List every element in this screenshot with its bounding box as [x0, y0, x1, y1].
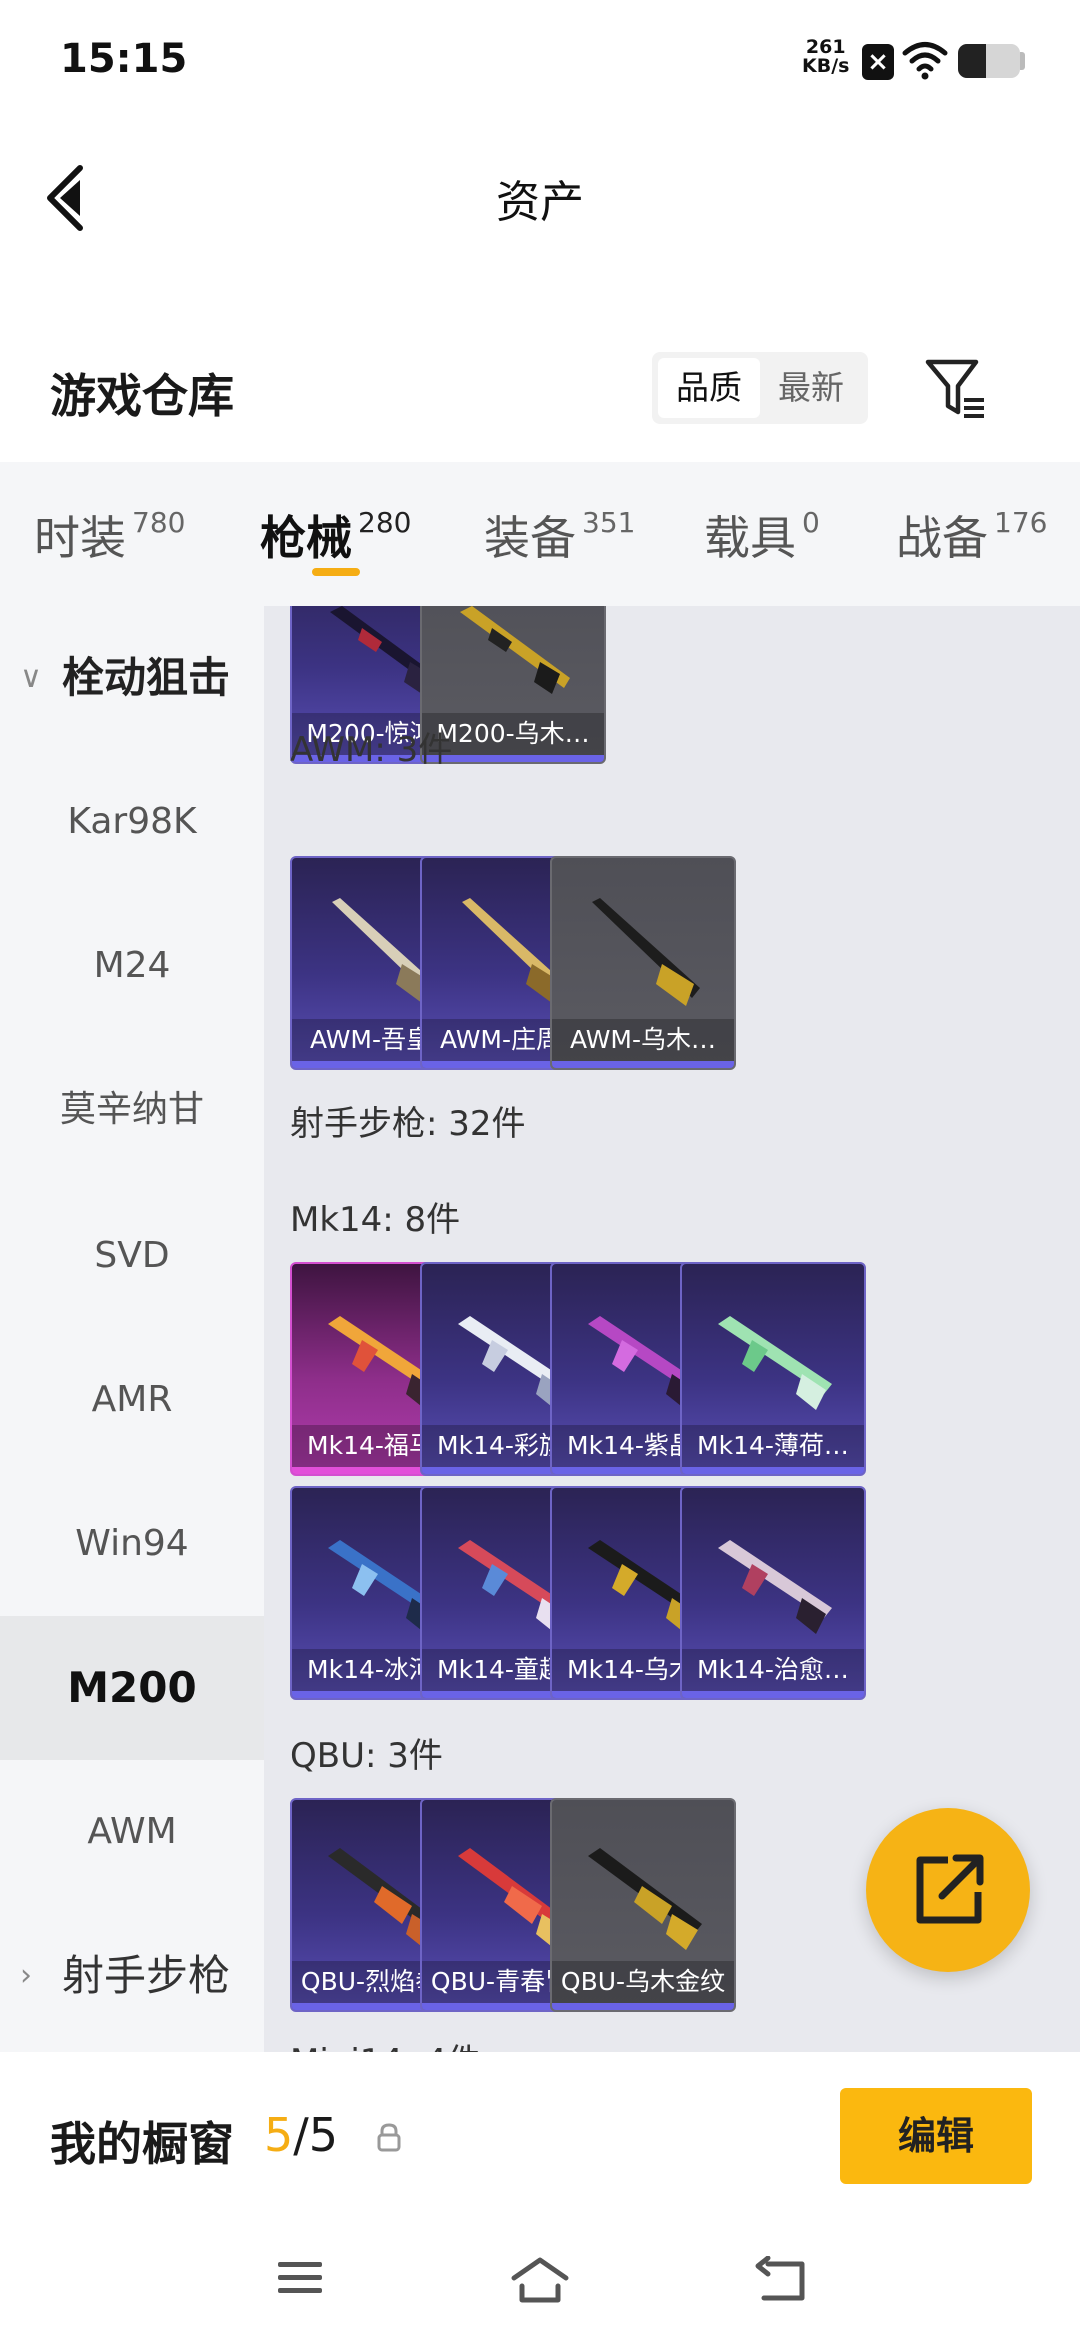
showcase-label: 我的橱窗 — [50, 2117, 234, 2171]
lock-icon — [377, 2123, 401, 2152]
edit-button[interactable]: 编辑 — [840, 2088, 1032, 2184]
tab-fashion[interactable]: 时装 780 — [34, 502, 185, 568]
tab-count: 280 — [358, 506, 412, 539]
menu-icon[interactable] — [276, 2256, 324, 2300]
tab-count: 0 — [802, 506, 820, 539]
item-card[interactable]: QBU-乌木金纹 — [550, 1798, 736, 2012]
sidebar-group-label: 射手步枪 — [62, 1951, 231, 2000]
sidebar-group-dmr[interactable]: › 射手步枪 — [0, 1904, 264, 2048]
sort-option-latest[interactable]: 最新 — [760, 358, 862, 418]
rarity-bar — [552, 1061, 734, 1068]
system-nav-bar — [0, 2212, 1080, 2344]
sidebar-item-svd[interactable]: SVD — [0, 1184, 264, 1328]
battery-icon — [958, 44, 1020, 78]
section-header-dmr: 射手步枪: 32件 — [290, 1104, 526, 1144]
item-name: QBU-乌木金纹 — [552, 1961, 734, 2003]
status-bar: 15:15 261 KB/s × — [0, 0, 1080, 120]
item-name: Mk14-治愈… — [682, 1649, 864, 1691]
sidebar-group-bolt-action[interactable]: ∨ 栓动狙击 — [0, 606, 264, 750]
sidebar-group-label: 栓动狙击 — [62, 653, 231, 702]
tab-label: 装备 — [484, 511, 576, 565]
active-tab-indicator — [312, 568, 360, 576]
category-tabs: 时装 780 枪械 280 装备 351 载具 0 战备 176 — [0, 462, 1080, 606]
rifle-skin-image — [718, 1316, 832, 1410]
section-header-qbu: QBU: 3件 — [290, 1736, 443, 1776]
tab-supplies[interactable]: 战备 176 — [896, 502, 1047, 568]
sort-option-quality[interactable]: 品质 — [658, 358, 760, 418]
tab-guns[interactable]: 枪械 280 — [260, 502, 411, 568]
showcase-current: 5 — [264, 2108, 294, 2162]
section-header-mini14: Mini14: 4件 — [290, 2034, 481, 2052]
sort-toggle: 品质 最新 — [652, 352, 868, 424]
sidebar-item-win94[interactable]: Win94 — [0, 1472, 264, 1616]
item-card[interactable]: Mk14-治愈… — [680, 1486, 866, 1700]
network-speed-unit: KB/s — [802, 55, 850, 77]
weapon-sidebar: ∨ 栓动狙击 Kar98K M24 莫辛纳甘 SVD AMR Win94 M20… — [0, 606, 264, 2052]
warehouse-title: 游戏仓库 — [50, 369, 234, 423]
tab-count: 780 — [132, 506, 186, 539]
rarity-bar — [552, 2003, 734, 2010]
sidebar-item-m200[interactable]: M200 — [0, 1616, 264, 1760]
section-header-mk14: Mk14: 8件 — [290, 1200, 461, 1240]
rifle-skin-image — [718, 1540, 832, 1634]
rifle-skin-image — [588, 1848, 702, 1950]
item-name: Mk14-薄荷… — [682, 1425, 864, 1467]
item-card[interactable]: Mk14-薄荷… — [680, 1262, 866, 1476]
tab-label: 战备 — [896, 511, 988, 565]
home-icon[interactable] — [510, 2256, 570, 2304]
showcase-count: 5/5 — [264, 2108, 338, 2162]
sidebar-item-awm[interactable]: AWM — [0, 1760, 264, 1904]
share-icon — [916, 1854, 984, 1924]
tab-label: 枪械 — [260, 511, 352, 565]
filter-icon[interactable] — [922, 356, 988, 422]
sidebar-item-mosin[interactable]: 莫辛纳甘 — [0, 1038, 264, 1182]
item-name: AWM-乌木… — [552, 1019, 734, 1061]
wifi-icon — [902, 42, 948, 80]
share-button[interactable] — [866, 1808, 1030, 1972]
chevron-right-icon: › — [20, 1958, 32, 1993]
battery-tip — [1020, 52, 1025, 70]
tab-label: 载具 — [704, 511, 796, 565]
tab-vehicles[interactable]: 载具 0 — [704, 502, 820, 568]
back-nav-icon[interactable] — [754, 2256, 808, 2304]
tab-equipment[interactable]: 装备 351 — [484, 502, 635, 568]
sidebar-item-m24[interactable]: M24 — [0, 894, 264, 1038]
tab-count: 176 — [994, 506, 1048, 539]
rarity-bar — [682, 1467, 864, 1474]
rifle-skin-image — [460, 606, 570, 694]
rifle-skin-image — [592, 898, 700, 1006]
sim-disabled-icon: × — [862, 44, 894, 80]
status-time: 15:15 — [60, 36, 188, 82]
tab-count: 351 — [582, 506, 636, 539]
chevron-down-icon: ∨ — [20, 660, 42, 695]
item-card[interactable]: AWM-乌木… — [550, 856, 736, 1070]
tab-label: 时装 — [34, 511, 126, 565]
rarity-bar — [682, 1691, 864, 1698]
showcase-total: /5 — [293, 2108, 339, 2162]
network-speed: 261 KB/s — [802, 38, 849, 76]
section-header-awm: AWM: 3件 — [290, 730, 453, 770]
page-title: 资产 — [496, 177, 584, 228]
sidebar-item-amr[interactable]: AMR — [0, 1328, 264, 1472]
sidebar-item-kar98k[interactable]: Kar98K — [0, 750, 264, 894]
